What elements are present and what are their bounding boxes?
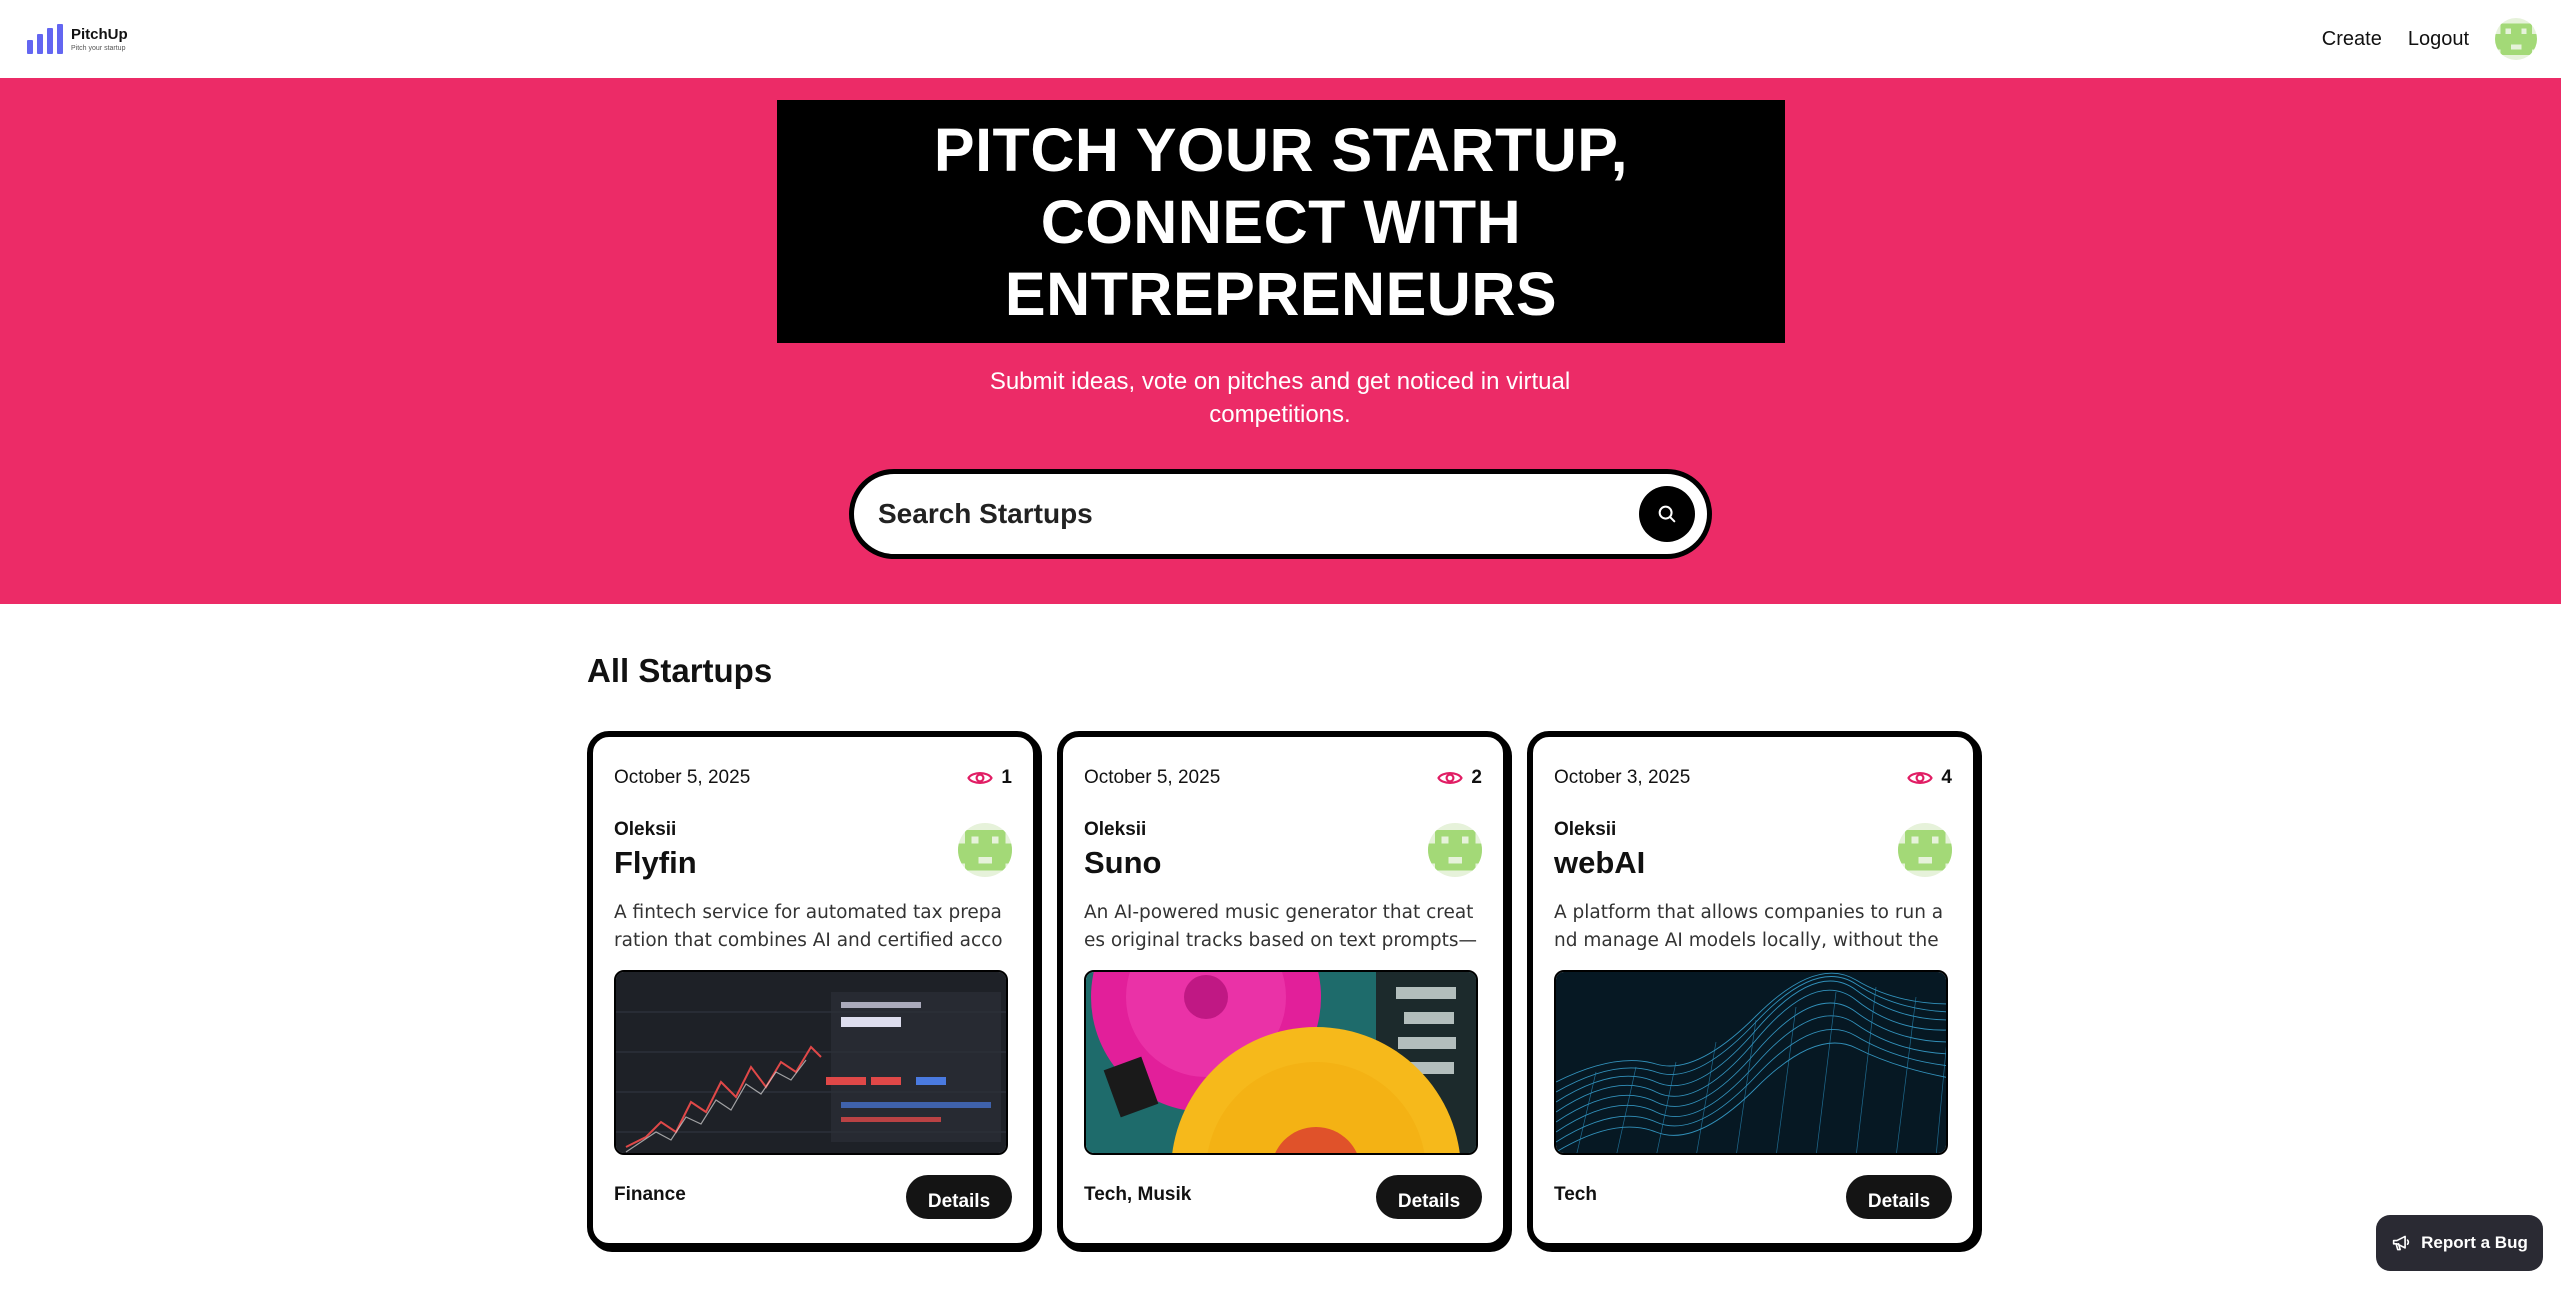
hero-title-line: CONNECT WITH — [1040, 187, 1522, 256]
nav-create-link[interactable]: Create — [2322, 28, 2382, 51]
card-date: October 3, 2025 — [1554, 767, 1691, 788]
card-date: October 5, 2025 — [1084, 767, 1221, 788]
pixel-avatar-icon — [958, 829, 1012, 871]
user-avatar[interactable] — [2495, 18, 2537, 60]
startup-card: October 3, 2025 4 Oleksii webAI A platfo… — [1527, 731, 1979, 1249]
brand-tagline: Pitch your startup — [71, 44, 126, 52]
card-title[interactable]: webAI — [1554, 845, 1645, 881]
details-button[interactable]: Details — [1846, 1175, 1952, 1219]
nav-links: Create Logout — [2322, 18, 2537, 60]
card-description: A fintech service for automated tax prep… — [614, 902, 1003, 951]
eye-icon — [1437, 772, 1464, 784]
hero-subtitle: Submit ideas, vote on pitches and get no… — [989, 368, 1571, 428]
author-avatar[interactable] — [958, 823, 1012, 877]
section-title: All Startups — [587, 652, 773, 689]
card-image[interactable] — [1554, 970, 1948, 1155]
wireframe-terrain-image — [1556, 972, 1946, 1153]
bar-chart-logo-icon — [27, 24, 63, 54]
startup-card: October 5, 2025 1 Oleksii Flyfin A finte… — [587, 731, 1039, 1249]
stock-chart-image — [616, 972, 1006, 1153]
views-count: 2 — [1471, 767, 1482, 788]
card-views: 2 — [1437, 767, 1482, 789]
card-date: October 5, 2025 — [614, 767, 751, 788]
card-description: A platform that allows companies to run … — [1554, 902, 1944, 951]
hero-title-line: PITCH YOUR STARTUP, — [933, 115, 1629, 184]
card-category[interactable]: Finance — [614, 1184, 686, 1206]
brand-name: PitchUp — [71, 25, 128, 43]
pixel-avatar-icon — [1428, 829, 1482, 871]
author-avatar[interactable] — [1898, 823, 1952, 877]
report-bug-label: Report a Bug — [2421, 1233, 2528, 1252]
nav-logout-link[interactable]: Logout — [2408, 28, 2469, 51]
pixel-avatar-icon — [2495, 23, 2537, 55]
search-icon — [1658, 505, 1676, 523]
startup-card: October 5, 2025 2 Oleksii Suno An AI-pow… — [1057, 731, 1509, 1249]
card-author[interactable]: Oleksii — [1084, 819, 1146, 841]
eye-icon — [1907, 772, 1934, 784]
hero-section: PITCH YOUR STARTUP, CONNECT WITH ENTREPR… — [0, 78, 2561, 604]
hero-title: PITCH YOUR STARTUP, CONNECT WITH ENTREPR… — [934, 114, 1628, 330]
report-bug-button[interactable]: Report a Bug — [2376, 1215, 2543, 1271]
card-image[interactable] — [1084, 970, 1478, 1155]
card-views: 4 — [1907, 767, 1952, 789]
vinyl-records-image — [1086, 972, 1476, 1153]
hero-title-line: ENTREPRENEURS — [1004, 259, 1558, 328]
megaphone-icon — [2392, 1235, 2410, 1251]
brand-logo-link[interactable]: PitchUp Pitch your startup — [27, 24, 128, 54]
card-author[interactable]: Oleksii — [1554, 819, 1616, 841]
views-count: 1 — [1001, 767, 1012, 788]
hero-title-box: PITCH YOUR STARTUP, CONNECT WITH ENTREPR… — [777, 100, 1785, 343]
search-button[interactable] — [1639, 486, 1695, 542]
details-button[interactable]: Details — [906, 1175, 1012, 1219]
card-views: 1 — [967, 767, 1012, 789]
author-avatar[interactable] — [1428, 823, 1482, 877]
card-category[interactable]: Tech — [1554, 1184, 1597, 1206]
search-input[interactable] — [878, 498, 1639, 530]
card-description: An AI-powered music generator that creat… — [1084, 902, 1477, 951]
eye-icon — [967, 772, 994, 784]
navbar: PitchUp Pitch your startup Create Logout — [0, 0, 2561, 78]
card-title[interactable]: Flyfin — [614, 845, 697, 881]
search-form — [849, 469, 1712, 559]
pixel-avatar-icon — [1898, 829, 1952, 871]
card-title[interactable]: Suno — [1084, 845, 1162, 881]
details-button[interactable]: Details — [1376, 1175, 1482, 1219]
views-count: 4 — [1941, 767, 1952, 788]
card-category[interactable]: Tech, Musik — [1084, 1184, 1191, 1206]
card-image[interactable] — [614, 970, 1008, 1155]
card-author[interactable]: Oleksii — [614, 819, 676, 841]
